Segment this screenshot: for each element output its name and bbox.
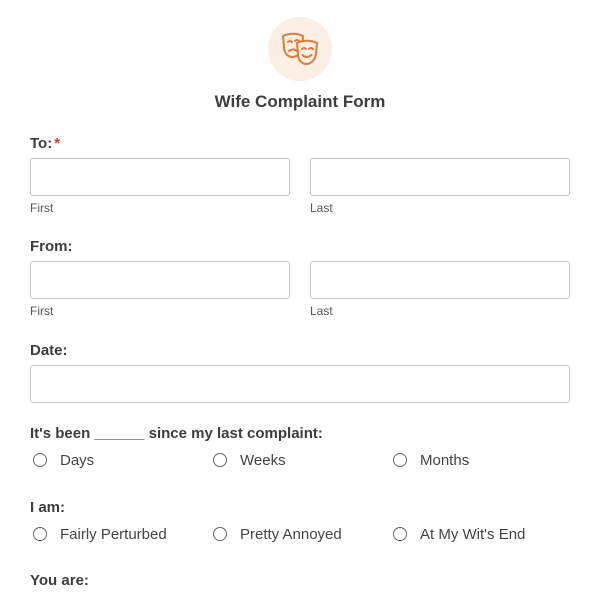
to-first-sublabel: First <box>30 201 54 215</box>
radio-button[interactable] <box>393 527 407 541</box>
radio-label: Pretty Annoyed <box>240 525 342 543</box>
from-first-sublabel: First <box>30 304 54 318</box>
radio-button[interactable] <box>213 527 227 541</box>
radio-label: Months <box>420 451 470 469</box>
form-logo <box>268 17 332 81</box>
theater-masks-icon <box>282 32 318 65</box>
to-first-name-input[interactable] <box>30 158 290 196</box>
radio-option-fairly-perturbed[interactable]: Fairly Perturbed <box>33 523 167 545</box>
complaint-form-page: Wife Complaint Form To: * First Last From… <box>0 0 600 600</box>
to-label-text: To: <box>30 135 53 152</box>
since-last-complaint-label: It's been ______ since my last complaint… <box>30 425 323 442</box>
date-label: Date: <box>30 342 68 359</box>
radio-label: Days <box>60 451 95 469</box>
i-am-label: I am: <box>30 499 66 516</box>
from-label: From: <box>30 238 73 255</box>
radio-label: Weeks <box>240 451 286 469</box>
radio-button[interactable] <box>33 453 47 467</box>
from-last-name-input[interactable] <box>310 261 570 299</box>
date-input[interactable] <box>30 365 570 403</box>
i-am-radio-group: Fairly Perturbed Pretty Annoyed At My Wi… <box>30 523 590 545</box>
since-radio-group: Days Weeks Months <box>30 449 590 471</box>
radio-option-days[interactable]: Days <box>33 449 94 471</box>
radio-label: At My Wit's End <box>420 525 526 543</box>
from-first-name-input[interactable] <box>30 261 290 299</box>
radio-option-wits-end[interactable]: At My Wit's End <box>393 523 525 545</box>
from-last-sublabel: Last <box>310 304 333 318</box>
radio-button[interactable] <box>393 453 407 467</box>
to-label: To: * <box>30 135 60 152</box>
radio-option-pretty-annoyed[interactable]: Pretty Annoyed <box>213 523 342 545</box>
to-last-name-input[interactable] <box>310 158 570 196</box>
radio-option-months[interactable]: Months <box>393 449 469 471</box>
form-title: Wife Complaint Form <box>214 92 386 111</box>
radio-button[interactable] <box>33 527 47 541</box>
radio-button[interactable] <box>213 453 227 467</box>
you-are-label: You are: <box>30 572 89 589</box>
radio-label: Fairly Perturbed <box>60 525 167 543</box>
to-last-sublabel: Last <box>310 201 333 215</box>
required-asterisk: * <box>54 135 61 152</box>
radio-option-weeks[interactable]: Weeks <box>213 449 286 471</box>
